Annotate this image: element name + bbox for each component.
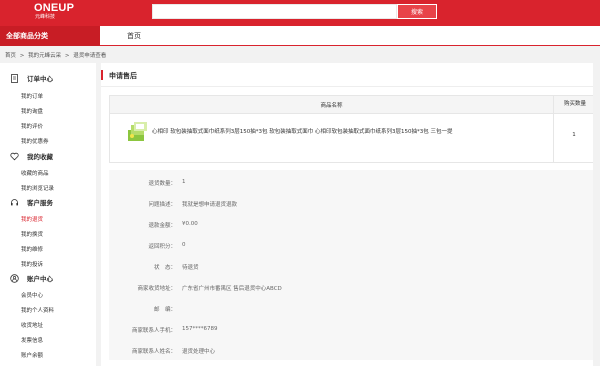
logo-text: ONEUP [34,2,75,14]
title-accent-bar [101,70,103,80]
detail-value: 退货处理中心 [182,349,216,355]
sidebar-item-member-center[interactable]: 会员中心 [21,291,43,299]
sidebar-item-shipping-address[interactable]: 收货地址 [21,321,43,329]
detail-label: 问题描述： [148,202,176,208]
column-header-quantity: 购买数量 [553,96,596,113]
nav-home-link[interactable]: 首页 [127,31,141,41]
product-table: 商品名称 购买数量 心相印 软包装抽取式面巾纸系列3层150抽*3包 软包装抽取… [109,95,596,163]
sidebar-item-my-exchanges[interactable]: 我的换货 [21,230,43,238]
sidebar-item-my-repairs[interactable]: 我的维修 [21,245,43,253]
sidebar: 订单中心 我的订单 我的询盘 我的评价 我的优惠券 我的收藏 收藏的商品 我的浏… [0,63,96,366]
sidebar-section-favorites: 我的收藏 [0,151,53,161]
product-name-link[interactable]: 心相印 软包装抽取式面巾纸系列3层150抽*3包 软包装抽取式面巾 心相印软包装… [152,127,453,135]
detail-label: 状 态： [153,265,176,271]
sidebar-section-title: 我的收藏 [27,153,53,161]
search-input[interactable] [152,4,397,19]
sidebar-item-my-inquiries[interactable]: 我的询盘 [21,107,43,115]
user-icon [10,273,19,283]
all-categories-button[interactable]: 全部商品分类 [0,26,100,46]
detail-value: 广东省广州市番禺区 售后退货中心ABCD [182,286,282,292]
column-divider [553,114,554,162]
detail-value: ¥0.00 [182,221,198,227]
breadcrumb-separator: > [64,53,70,59]
search-button[interactable]: 搜索 [397,4,437,19]
sidebar-section-account: 账户中心 [0,273,53,283]
breadcrumb: 首页 > 我的元峰云采 > 退货申请查看 [5,51,108,59]
sidebar-item-my-orders[interactable]: 我的订单 [21,92,43,100]
breadcrumb-separator: > [19,53,25,59]
sidebar-item-favorite-products[interactable]: 收藏的商品 [21,169,49,177]
detail-label: 商家联系人手机： [131,328,176,334]
sidebar-item-my-coupons[interactable]: 我的优惠券 [21,137,49,145]
breadcrumb-current: 退货申请查看 [73,53,107,59]
product-quantity: 1 [572,132,576,138]
scrollbar[interactable] [593,63,600,366]
sidebar-item-invoice-info[interactable]: 发票信息 [21,336,43,344]
detail-value: 1 [182,179,186,185]
detail-label: 商家收货地址： [137,286,176,292]
page-title: 申请售后 [109,72,137,80]
table-header: 商品名称 购买数量 [110,96,595,114]
sidebar-section-title: 订单中心 [27,75,53,83]
sidebar-item-browse-history[interactable]: 我的浏览记录 [21,184,54,192]
product-image[interactable] [127,121,149,143]
sidebar-section-title: 客户服务 [27,199,53,207]
sidebar-section-orders: 订单中心 [0,73,53,83]
detail-value: 0 [182,242,186,248]
column-header-product-name: 商品名称 [320,103,343,109]
logo[interactable]: ONEUP 元峰科技 [34,2,75,21]
sidebar-item-my-reviews[interactable]: 我的评价 [21,122,43,130]
detail-label: 商家联系人姓名： [131,349,176,355]
sidebar-item-my-complaints[interactable]: 我的投诉 [21,260,43,268]
main-panel: 申请售后 商品名称 购买数量 心相印 软包装抽取式面巾纸系列3层150抽*3包 … [101,63,600,366]
sidebar-item-account-balance[interactable]: 账户余额 [21,351,43,359]
detail-value: 待退货 [182,265,199,271]
top-header: ONEUP 元峰科技 搜索 [0,0,600,26]
detail-value: 我就是想申请退货退款 [182,202,238,208]
heart-icon [10,152,19,161]
sidebar-section-customer-service: 客户服务 [0,197,53,207]
detail-label: 邮 编： [153,307,176,313]
detail-value: 157****6789 [182,326,218,332]
breadcrumb-account[interactable]: 我的元峰云采 [28,53,61,59]
detail-label: 退款金额： [148,223,176,229]
panel-header: 申请售后 [101,63,600,87]
return-details: 退货数量： 1 问题描述： 我就是想申请退货退款 退款金额： ¥0.00 返回积… [109,170,596,360]
breadcrumb-home[interactable]: 首页 [5,53,16,59]
detail-label: 退货数量： [148,181,176,187]
sidebar-item-profile[interactable]: 我的个人资料 [21,306,54,314]
detail-label: 返回积分： [148,244,176,250]
document-icon [10,73,19,83]
logo-subtext: 元峰科技 [35,14,56,20]
sidebar-section-title: 账户中心 [27,275,53,283]
headset-icon [10,198,19,207]
sidebar-item-my-returns[interactable]: 我的退货 [21,215,43,223]
